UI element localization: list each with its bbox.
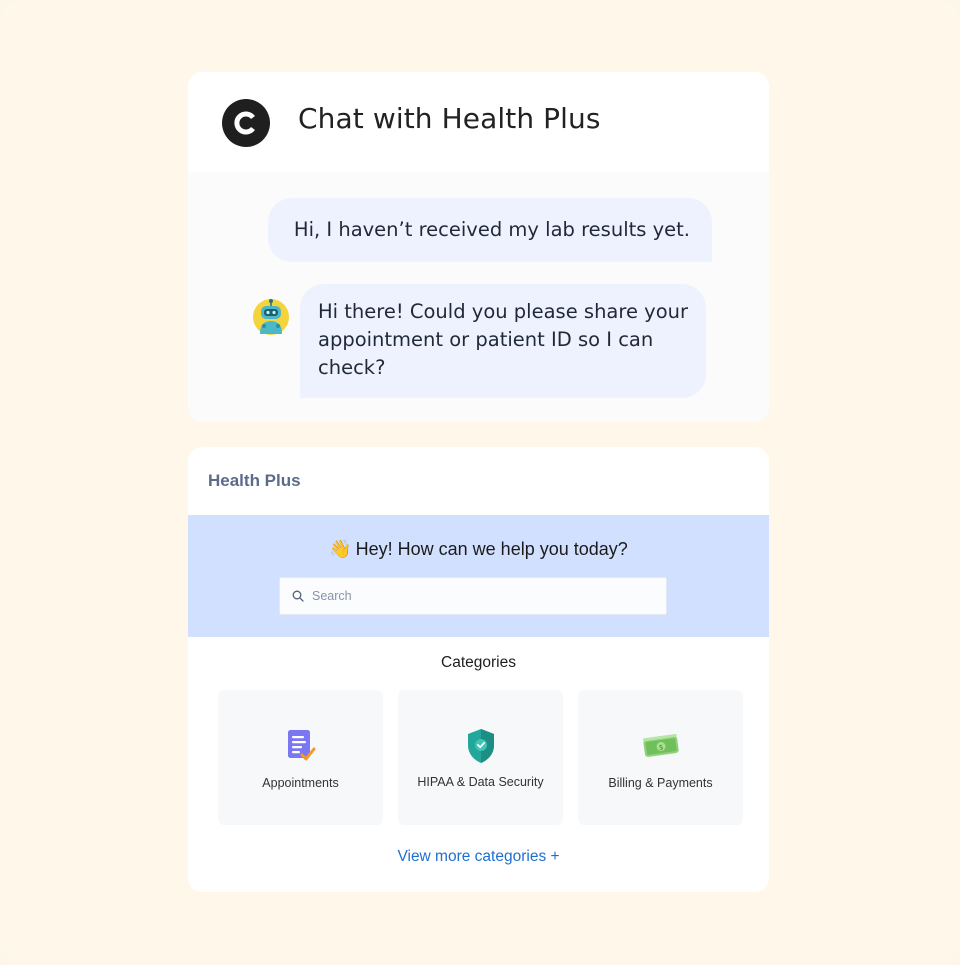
waving-hand-icon: 👋 bbox=[329, 539, 352, 559]
help-brand-name: Health Plus bbox=[208, 471, 301, 490]
hero-banner: 👋 Hey! How can we help you today? bbox=[188, 515, 769, 637]
brand-logo-icon bbox=[222, 99, 270, 147]
chat-title: Chat with Health Plus bbox=[298, 102, 601, 135]
category-label: Appointments bbox=[262, 776, 339, 790]
categories-heading: Categories bbox=[441, 654, 516, 671]
hero-title-row: 👋 Hey! How can we help you today? bbox=[188, 539, 769, 560]
search-box[interactable] bbox=[279, 577, 667, 615]
bot-avatar-icon bbox=[252, 298, 290, 336]
category-label: HIPAA & Data Security bbox=[417, 775, 544, 789]
help-widget: Health Plus 👋 Hey! How can we help you to… bbox=[188, 447, 769, 892]
search-input[interactable] bbox=[312, 589, 642, 603]
hero-title: Hey! How can we help you today? bbox=[355, 539, 628, 559]
shield-icon bbox=[461, 726, 501, 766]
category-label: Billing & Payments bbox=[608, 776, 713, 790]
document-icon bbox=[281, 726, 321, 766]
category-hipaa-data-security[interactable]: HIPAA & Data Security bbox=[398, 690, 563, 825]
category-billing-payments[interactable]: $ Billing & Payments bbox=[578, 690, 743, 825]
chat-window: Chat with Health Plus Hi, I haven’t rece… bbox=[188, 72, 769, 422]
chat-header: Chat with Health Plus bbox=[188, 72, 769, 172]
category-appointments[interactable]: Appointments bbox=[218, 690, 383, 825]
money-icon: $ bbox=[641, 726, 681, 766]
page-background: Chat with Health Plus Hi, I haven’t rece… bbox=[0, 0, 960, 965]
user-message: Hi, I haven’t received my lab results ye… bbox=[267, 198, 712, 262]
view-more-categories-link[interactable]: View more categories + bbox=[188, 848, 769, 866]
bot-message: Hi there! Could you please share your ap… bbox=[300, 284, 706, 398]
search-icon bbox=[292, 590, 304, 602]
